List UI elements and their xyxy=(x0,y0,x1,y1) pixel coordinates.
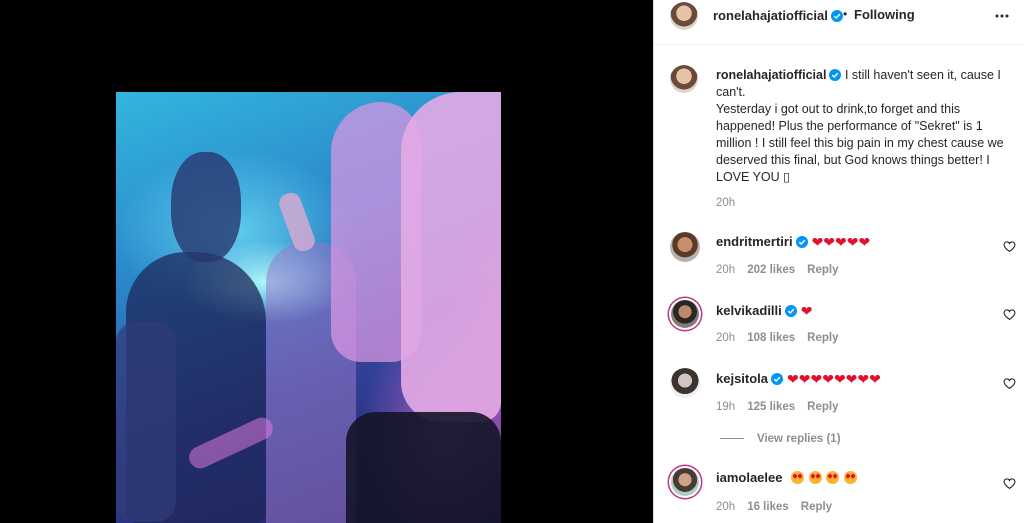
view-replies-button[interactable]: View replies (1) xyxy=(720,433,841,445)
comment-text: ❤❤❤❤❤ xyxy=(811,235,871,251)
verified-badge-icon xyxy=(771,373,784,385)
post-video[interactable] xyxy=(116,92,501,523)
heart-eyes-emoji xyxy=(826,471,840,484)
author-avatar[interactable] xyxy=(670,2,698,30)
heart-eyes-emoji-group xyxy=(790,470,857,485)
verified-badge-icon xyxy=(829,69,842,81)
comment-username[interactable]: kelvikadilli ❤ xyxy=(716,303,813,320)
comment-likes[interactable]: 202 likes xyxy=(747,264,795,276)
following-button[interactable]: Following xyxy=(854,7,915,22)
caption-text: ronelahajatiofficial I still haven't see… xyxy=(716,68,1004,184)
header-separator: • xyxy=(843,7,848,21)
view-replies-line xyxy=(720,438,744,440)
like-heart-icon[interactable] xyxy=(1003,240,1016,253)
reply-button[interactable]: Reply xyxy=(801,501,832,513)
comment-time: 20h xyxy=(716,501,736,513)
reply-button[interactable]: Reply xyxy=(807,264,838,276)
commenter-avatar[interactable] xyxy=(671,468,699,496)
like-heart-icon[interactable] xyxy=(1003,308,1016,321)
caption-author-avatar[interactable] xyxy=(670,65,698,93)
commenter-avatar[interactable] xyxy=(670,368,700,398)
caption-author-username[interactable]: ronelahajatiofficial xyxy=(716,68,826,82)
comment-username[interactable]: kejsitola ❤❤❤❤❤❤❤❤ xyxy=(716,371,881,388)
comment-meta: 20h 108 likes Reply xyxy=(716,332,850,344)
caption-timestamp: 20h xyxy=(716,197,736,209)
comment-likes[interactable]: 125 likes xyxy=(747,401,795,413)
comment-likes[interactable]: 108 likes xyxy=(747,332,795,344)
comment-time: 20h xyxy=(716,264,736,276)
heart-eyes-emoji xyxy=(791,471,805,484)
comment-username[interactable]: endritmertiri ❤❤❤❤❤ xyxy=(716,234,870,251)
like-heart-icon[interactable] xyxy=(1003,477,1016,490)
header-divider xyxy=(654,44,1024,45)
comment-time: 19h xyxy=(716,401,736,413)
comment-text: ❤❤❤❤❤❤❤❤ xyxy=(787,372,881,388)
comment-text: ❤ xyxy=(800,304,813,320)
commenter-avatar[interactable] xyxy=(671,300,699,328)
comment-meta: 20h 16 likes Reply xyxy=(716,501,844,513)
post-side-panel: ronelahajatiofficial • Following ronelah… xyxy=(653,0,1024,523)
comment-username[interactable]: iamolaelee xyxy=(716,470,857,485)
more-horizontal-icon[interactable] xyxy=(994,8,1010,24)
heart-eyes-emoji xyxy=(844,471,857,484)
verified-badge-icon xyxy=(795,236,808,248)
reply-button[interactable]: Reply xyxy=(807,401,838,413)
comment-meta: 19h 125 likes Reply xyxy=(716,401,850,413)
commenter-avatar[interactable] xyxy=(670,232,700,262)
comment-time: 20h xyxy=(716,332,736,344)
like-heart-icon[interactable] xyxy=(1003,377,1016,390)
comment-meta: 20h 202 likes Reply xyxy=(716,264,850,276)
author-username[interactable]: ronelahajatiofficial xyxy=(713,8,843,23)
comment-likes[interactable]: 16 likes xyxy=(747,501,789,513)
media-viewer xyxy=(0,0,653,523)
reply-button[interactable]: Reply xyxy=(807,332,838,344)
verified-badge-icon xyxy=(784,305,797,317)
heart-eyes-emoji xyxy=(808,471,822,484)
verified-badge-icon xyxy=(830,10,843,22)
